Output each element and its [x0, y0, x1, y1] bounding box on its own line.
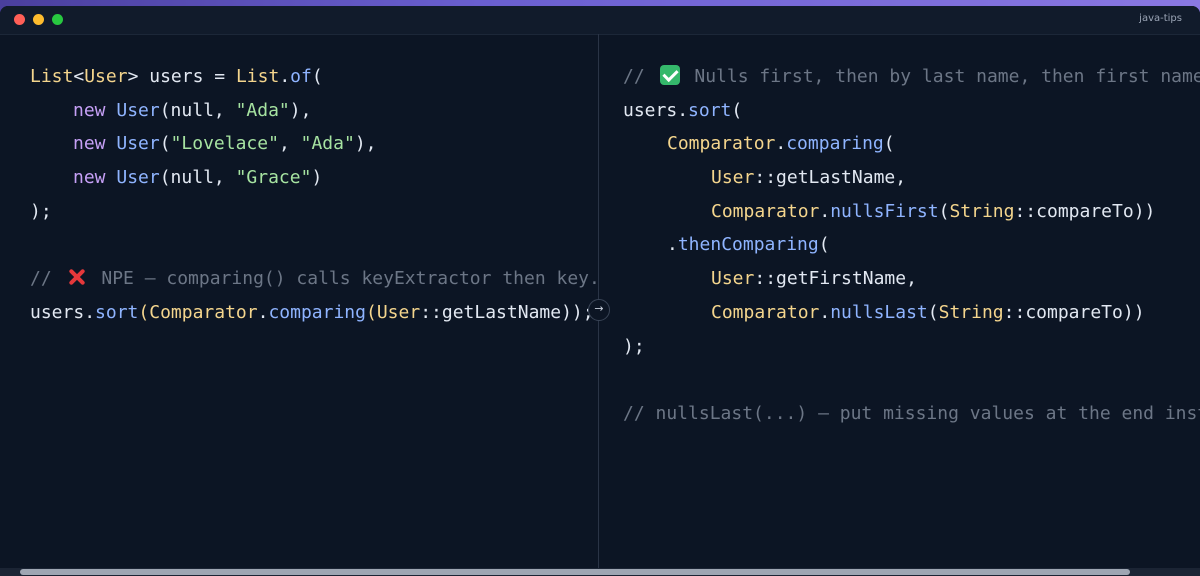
cross-mark-icon: [67, 267, 87, 287]
close-window-button[interactable]: [14, 14, 25, 25]
code-line-2: new User(null, "Ada"),: [73, 100, 312, 121]
code-window: java-tips List<User> users = List.of( ne…: [0, 6, 1200, 576]
minimize-window-button[interactable]: [33, 14, 44, 25]
code-line-nullsfirst: Comparator.nullsFirst(String::compareTo)…: [711, 201, 1156, 222]
right-code-pane[interactable]: // Nulls first, then by last name, then …: [598, 34, 1200, 568]
code-line-4: new User(null, "Grace"): [73, 167, 323, 188]
code-line-users-sort: users.sort(: [623, 100, 743, 121]
maximize-window-button[interactable]: [52, 14, 63, 25]
left-code-pane[interactable]: List<User> users = List.of( new User(nul…: [0, 34, 598, 568]
code-line-nullslast: Comparator.nullsLast(String::compareTo)): [711, 302, 1145, 323]
horizontal-scrollbar[interactable]: [0, 568, 1200, 576]
code-line-3: new User("Lovelace", "Ada"),: [73, 133, 377, 154]
scrollbar-thumb[interactable]: [20, 569, 1130, 575]
code-line-comparing: Comparator.comparing(: [667, 133, 895, 154]
code-line-close: );: [623, 336, 645, 357]
code-line-5: );: [30, 201, 52, 222]
window-title: java-tips: [1139, 13, 1182, 24]
code-line-1: List<User> users = List.of(: [30, 66, 323, 87]
code-line-nulls-comment: // Nulls first, then by last name, then …: [623, 65, 1200, 87]
code-line-thencomparing: .thenComparing(: [667, 234, 830, 255]
code-line-getfirstname: User::getFirstName,: [711, 268, 917, 289]
check-mark-icon: [659, 65, 680, 85]
split-divider-handle[interactable]: →: [588, 299, 610, 321]
code-line-getlastname: User::getLastName,: [711, 167, 907, 188]
code-line-sort-npe: users.sort(Comparator.comparing(User::ge…: [30, 302, 594, 323]
code-line-nullslast-comment: // nullsLast(...) — put missing values a…: [623, 403, 1200, 424]
title-bar: java-tips: [0, 6, 1200, 35]
code-line-npe-comment: // NPE — comparing() calls keyExtractor …: [30, 267, 598, 289]
